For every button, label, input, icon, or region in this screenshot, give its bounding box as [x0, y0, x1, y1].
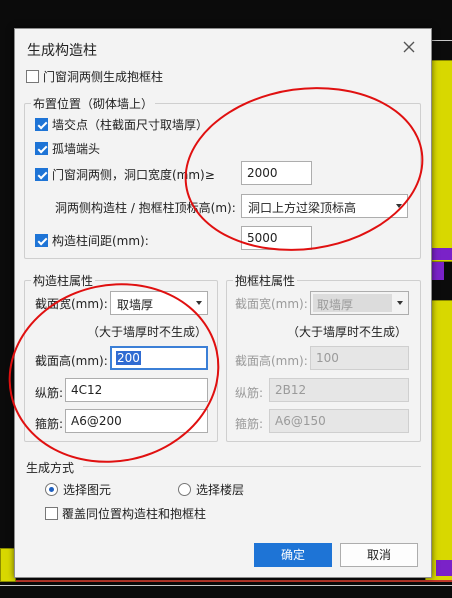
- column-properties-title: 构造柱属性: [31, 272, 96, 289]
- door-window-sides-checkbox[interactable]: [35, 168, 48, 181]
- close-button[interactable]: [399, 37, 419, 57]
- column-stirrup-input[interactable]: [65, 409, 208, 433]
- column-width-label: 截面宽(mm):: [35, 297, 108, 311]
- column-longitudinal-input[interactable]: [65, 378, 208, 402]
- layout-position-group-title: 布置位置（砌体墙上）: [31, 95, 156, 112]
- overwrite-row[interactable]: 覆盖同位置构造柱和抱框柱: [45, 505, 206, 522]
- overwrite-label: 覆盖同位置构造柱和抱框柱: [62, 507, 207, 521]
- chevron-down-icon: [396, 204, 402, 208]
- dialog-title: 生成构造柱: [27, 43, 97, 59]
- column-height-value: 200: [116, 351, 141, 365]
- isolated-wall-end-label: 孤墙端头: [52, 142, 101, 156]
- frame-stirrup-input[interactable]: [269, 409, 409, 433]
- door-window-sides-label: 门窗洞两侧，洞口宽度(mm)≥: [52, 168, 215, 182]
- column-properties-group: 构造柱属性 截面宽(mm): 取墙厚 （大于墙厚时不生成） 截面高(mm): 2…: [24, 272, 218, 442]
- cad-purple-column: [430, 262, 444, 280]
- door-window-frame-row[interactable]: 门窗洞两侧生成抱框柱: [26, 68, 163, 85]
- spacing-input[interactable]: [241, 226, 312, 250]
- frame-width-select[interactable]: 取墙厚: [310, 291, 409, 315]
- frame-properties-title: 抱框柱属性: [233, 272, 298, 289]
- column-height-label: 截面高(mm):: [35, 354, 108, 368]
- top-elevation-select[interactable]: 洞口上方过梁顶标高: [241, 194, 408, 218]
- opening-width-input[interactable]: [241, 161, 312, 185]
- frame-stirrup-label: 箍筋:: [235, 417, 264, 431]
- door-window-sides-row[interactable]: 门窗洞两侧，洞口宽度(mm)≥: [35, 166, 215, 183]
- cad-red-axis: [0, 580, 452, 582]
- cad-purple-column: [430, 248, 452, 260]
- isolated-wall-end-row[interactable]: 孤墙端头: [35, 140, 100, 157]
- column-height-input[interactable]: 200: [110, 346, 208, 370]
- frame-longitudinal-label: 纵筋:: [235, 386, 264, 400]
- radio-select-floor-row[interactable]: 选择楼层: [178, 481, 244, 498]
- cancel-button[interactable]: 取消: [340, 543, 418, 567]
- frame-width-label: 截面宽(mm):: [235, 297, 308, 311]
- frame-properties-group: 抱框柱属性 截面宽(mm): 取墙厚 （大于墙厚时不生成） 截面高(mm): 纵…: [226, 272, 421, 442]
- frame-width-hint: （大于墙厚时不生成）: [287, 325, 408, 339]
- spacing-checkbox[interactable]: [35, 234, 48, 247]
- dialog-titlebar: 生成构造柱: [15, 29, 431, 67]
- close-icon: [403, 41, 415, 53]
- generate-mode-title: 生成方式: [26, 461, 75, 475]
- column-width-select[interactable]: 取墙厚: [110, 291, 208, 315]
- radio-select-element[interactable]: [45, 483, 58, 496]
- overwrite-checkbox[interactable]: [45, 507, 58, 520]
- column-width-hint: （大于墙厚时不生成）: [87, 325, 208, 339]
- door-window-frame-checkbox[interactable]: [26, 70, 39, 83]
- column-stirrup-label: 箍筋:: [35, 417, 64, 431]
- frame-width-value: 取墙厚: [317, 298, 354, 312]
- generate-constructional-column-dialog: 生成构造柱 门窗洞两侧生成抱框柱 布置位置（砌体墙上） 墙交点（柱截面尺寸取墙厚…: [14, 28, 432, 578]
- spacing-label: 构造柱间距(mm):: [52, 234, 149, 248]
- cad-yellow-wall: [430, 60, 452, 262]
- top-elevation-value: 洞口上方过梁顶标高: [248, 201, 357, 215]
- radio-select-floor-label: 选择楼层: [196, 483, 245, 497]
- ok-button[interactable]: 确定: [254, 543, 332, 567]
- wall-intersection-label: 墙交点（柱截面尺寸取墙厚）: [52, 118, 209, 132]
- layout-position-group: 布置位置（砌体墙上） 墙交点（柱截面尺寸取墙厚） 孤墙端头 门窗洞两侧，洞口宽度…: [24, 95, 421, 259]
- column-longitudinal-label: 纵筋:: [35, 386, 64, 400]
- cad-line: [0, 585, 452, 586]
- frame-height-input[interactable]: [310, 346, 409, 370]
- frame-longitudinal-input[interactable]: [269, 378, 409, 402]
- cad-purple-column: [436, 560, 452, 576]
- spacing-row[interactable]: 构造柱间距(mm):: [35, 232, 149, 249]
- chevron-down-icon: [196, 301, 202, 305]
- door-window-frame-label: 门窗洞两侧生成抱框柱: [43, 70, 164, 84]
- radio-select-element-row[interactable]: 选择图元: [45, 481, 111, 498]
- isolated-wall-end-checkbox[interactable]: [35, 142, 48, 155]
- cad-line: [430, 40, 452, 41]
- frame-height-label: 截面高(mm):: [235, 354, 308, 368]
- chevron-down-icon: [397, 301, 403, 305]
- radio-select-floor[interactable]: [178, 483, 191, 496]
- wall-intersection-checkbox[interactable]: [35, 118, 48, 131]
- column-width-value: 取墙厚: [117, 298, 154, 312]
- radio-select-element-label: 选择图元: [63, 483, 112, 497]
- wall-intersection-row[interactable]: 墙交点（柱截面尺寸取墙厚）: [35, 116, 208, 133]
- generate-mode-divider: [83, 466, 421, 467]
- top-elevation-label: 洞两侧构造柱 / 抱框柱顶标高(m):: [55, 201, 236, 215]
